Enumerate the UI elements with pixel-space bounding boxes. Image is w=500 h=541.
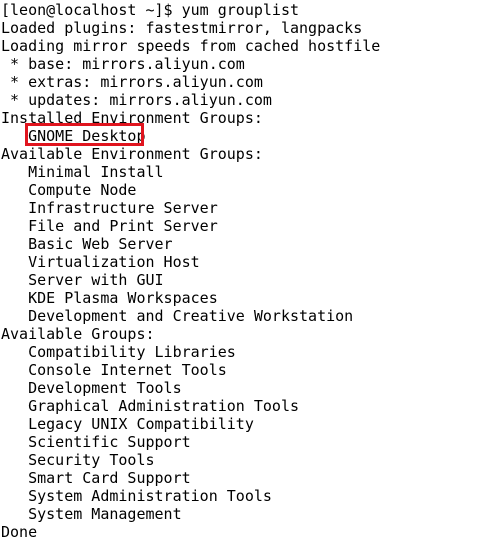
terminal-line: * updates: mirrors.aliyun.com	[1, 91, 272, 109]
terminal-line: Smart Card Support	[1, 469, 191, 487]
terminal-window[interactable]: [leon@localhost ~]$ yum grouplist Loaded…	[0, 0, 500, 541]
terminal-line: System Administration Tools	[1, 487, 272, 505]
terminal-line: Available Environment Groups:	[1, 145, 263, 163]
terminal-line: Available Groups:	[1, 325, 155, 343]
terminal-line: Minimal Install	[1, 163, 164, 181]
terminal-line: File and Print Server	[1, 217, 218, 235]
terminal-line: [leon@localhost ~]$ yum grouplist	[1, 1, 300, 19]
terminal-line: Development and Creative Workstation	[1, 307, 354, 325]
terminal-line: Security Tools	[1, 451, 155, 469]
terminal-line: Basic Web Server	[1, 235, 173, 253]
terminal-line: Loading mirror speeds from cached hostfi…	[1, 37, 381, 55]
terminal-line: * extras: mirrors.aliyun.com	[1, 73, 263, 91]
terminal-line: Done	[1, 523, 38, 541]
terminal-line: Virtualization Host	[1, 253, 200, 271]
terminal-line: Development Tools	[1, 379, 182, 397]
terminal-line: Infrastructure Server	[1, 199, 218, 217]
highlight-box	[25, 123, 144, 146]
terminal-line: Server with GUI	[1, 271, 164, 289]
terminal-line: Graphical Administration Tools	[1, 397, 300, 415]
terminal-line: Scientific Support	[1, 433, 191, 451]
terminal-line: KDE Plasma Workspaces	[1, 289, 218, 307]
terminal-line: Compatibility Libraries	[1, 343, 236, 361]
terminal-line: Console Internet Tools	[1, 361, 227, 379]
terminal-line: Loaded plugins: fastestmirror, langpacks	[1, 19, 363, 37]
terminal-line: Compute Node	[1, 181, 137, 199]
terminal-line: Legacy UNIX Compatibility	[1, 415, 254, 433]
terminal-line: * base: mirrors.aliyun.com	[1, 55, 245, 73]
terminal-line: System Management	[1, 505, 182, 523]
